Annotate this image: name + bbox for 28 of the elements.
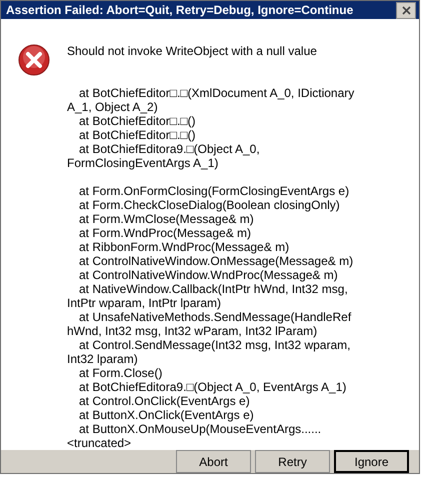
stack-frame: at UnsafeNativeMethods.SendMessage(HandleRef hWnd, Int32 msg, Int32 wParam, Int32 lParam) xyxy=(67,310,397,338)
close-icon xyxy=(402,6,410,14)
stack-frame: at BotChiefEditora9.□(Object A_0, EventArgs A_1) xyxy=(67,380,397,394)
truncated-note: <truncated> xyxy=(67,436,132,450)
dialog-button[interactable]: Ignore xyxy=(334,450,409,473)
close-button[interactable] xyxy=(396,2,416,18)
stack-frame: at Form.WmClose(Message& m) xyxy=(67,212,397,226)
stack-frame: at BotChiefEditor□.□(XmlDocument A_0, IDictionary A_1, Object A_2) xyxy=(67,86,397,114)
stack-frame: at Form.OnFormClosing(FormClosingEventArgs e) xyxy=(67,184,397,198)
stack-frame: at Form.WndProc(Message& m) xyxy=(67,226,397,240)
stack-frame: at ControlNativeWindow.WndProc(Message& m) xyxy=(67,268,397,282)
stack-frame: at NativeWindow.Callback(IntPtr hWnd, Int32 msg, IntPtr wparam, IntPtr lparam) xyxy=(67,282,397,310)
error-message: Should not invoke WriteObject with a null value xyxy=(67,44,318,58)
dialog-button[interactable]: Abort xyxy=(176,450,251,473)
stack-frame: at Form.CheckCloseDialog(Boolean closingOnly) xyxy=(67,198,397,212)
stack-frame: at ControlNativeWindow.OnMessage(Message& m) xyxy=(67,254,397,268)
dialog-button[interactable]: Retry xyxy=(255,450,330,473)
stack-frame: at BotChiefEditor□.□() xyxy=(67,114,397,128)
stack-frame: at Control.OnClick(EventArgs e) xyxy=(67,394,397,408)
stack-frame: at RibbonForm.WndProc(Message& m) xyxy=(67,240,397,254)
stack-frame: at BotChiefEditor□.□() xyxy=(67,128,397,142)
error-icon xyxy=(18,44,50,76)
stack-frame: at ButtonX.OnClick(EventArgs e) xyxy=(67,408,397,422)
stack-frame: at Control.SendMessage(Int32 msg, Int32 wparam, Int32 lparam) xyxy=(67,338,397,366)
window-title: Assertion Failed: Abort=Quit, Retry=Debug, Ignore=Continue xyxy=(6,2,354,19)
stack-frame: at ButtonX.OnMouseUp(MouseEventArgs...... xyxy=(67,422,397,436)
stack-frame: at Form.Close() xyxy=(67,366,397,380)
stack-frame: at BotChiefEditora9.□(Object A_0, FormClosingEventArgs A_1) xyxy=(67,142,397,170)
